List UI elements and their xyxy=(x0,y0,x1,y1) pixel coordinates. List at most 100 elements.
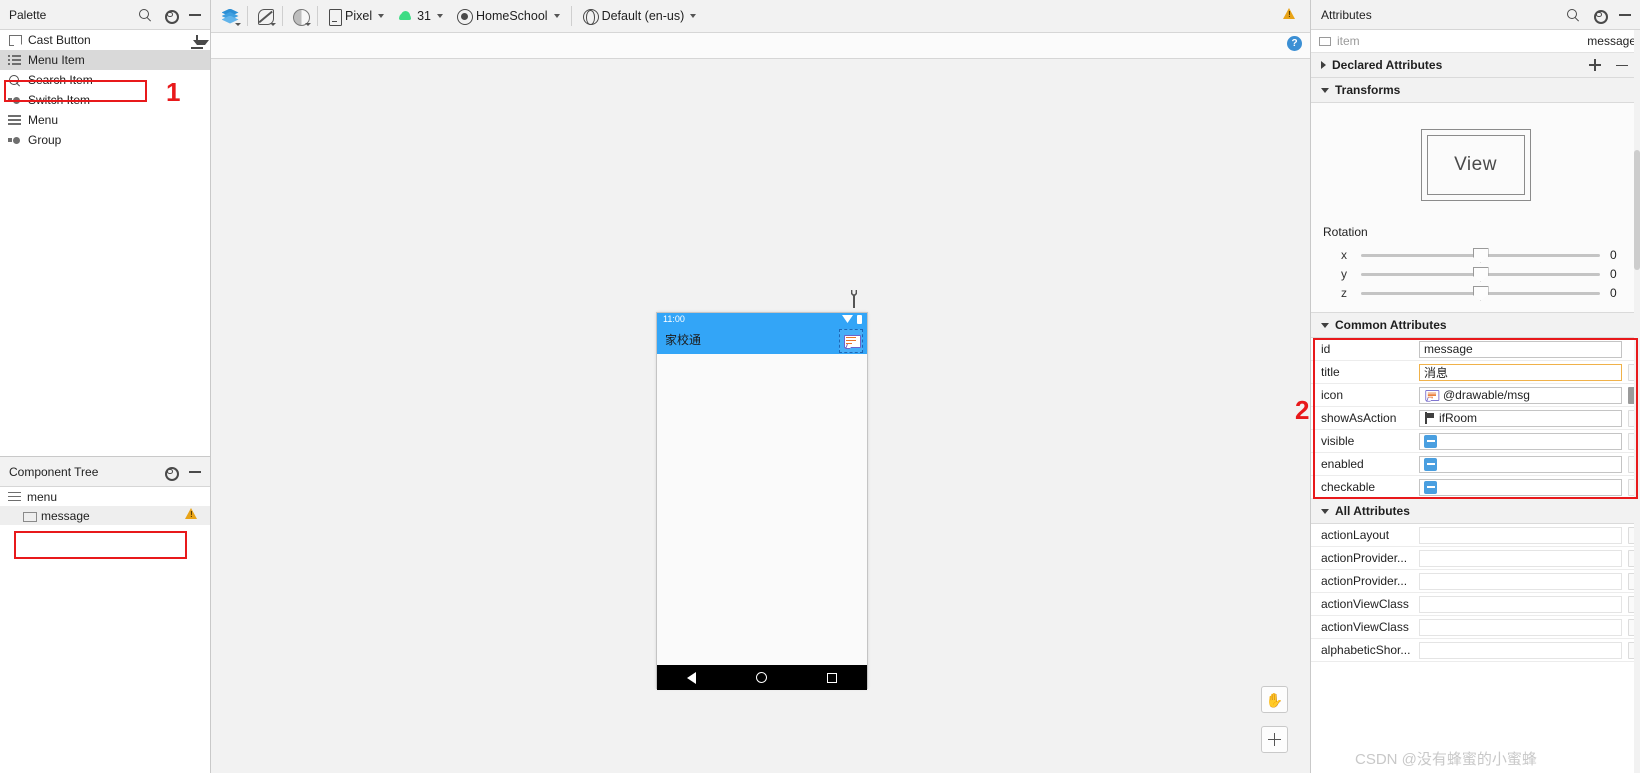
palette-item-label: Menu xyxy=(28,113,59,127)
transforms-area: View Rotation x 0 y 0 z 0 xyxy=(1311,103,1640,313)
gear-icon[interactable] xyxy=(163,465,179,481)
attribute-row-alphabeticshortcut: alphabeticShor... xyxy=(1311,639,1640,662)
palette-item-menu[interactable]: Menu xyxy=(0,110,210,130)
battery-icon xyxy=(857,315,862,324)
home-circle-icon[interactable] xyxy=(756,672,767,683)
chevron-down-icon xyxy=(235,23,241,26)
slider-thumb[interactable] xyxy=(1472,247,1489,263)
action-item-message[interactable] xyxy=(839,329,863,353)
gear-icon[interactable] xyxy=(163,8,179,24)
attribute-row-title: title 消息 xyxy=(1311,361,1640,384)
zoom-in-button[interactable] xyxy=(1261,726,1288,753)
palette-item-cast-button[interactable]: Cast Button xyxy=(0,30,210,50)
attribute-value-input-showasaction[interactable]: ifRoom xyxy=(1419,409,1622,427)
rotation-y-slider[interactable] xyxy=(1361,266,1600,282)
rotation-label: Rotation xyxy=(1323,225,1368,239)
rotation-z-slider[interactable] xyxy=(1361,285,1600,301)
theme-selector[interactable]: HomeSchool xyxy=(450,3,567,29)
attribute-key: checkable xyxy=(1321,480,1376,494)
divider xyxy=(317,6,318,26)
rotation-y-row: y 0 xyxy=(1311,264,1640,283)
warning-triangle-icon[interactable] xyxy=(1283,8,1296,23)
palette-item-label: Menu Item xyxy=(28,53,85,67)
palette-item-menu-item[interactable]: Menu Item xyxy=(0,50,210,70)
theme-toggle-button[interactable] xyxy=(287,3,313,29)
pan-tool-button[interactable]: ✋ xyxy=(1261,686,1288,713)
help-icon[interactable] xyxy=(1287,36,1302,51)
section-common-attributes[interactable]: Common Attributes xyxy=(1311,313,1640,338)
tree-node-message[interactable]: message xyxy=(0,506,210,525)
orientation-toggle-button[interactable] xyxy=(252,3,278,29)
attribute-value-input[interactable] xyxy=(1419,572,1622,590)
attribute-value-input[interactable] xyxy=(1419,641,1622,659)
attribute-key: actionViewClass xyxy=(1321,620,1409,634)
remove-attribute-button[interactable] xyxy=(1615,58,1629,72)
transform-preview-box[interactable]: View xyxy=(1420,129,1531,201)
item-icon xyxy=(1319,36,1331,46)
attribute-key: title xyxy=(1321,365,1340,379)
rotation-x-slider[interactable] xyxy=(1361,247,1600,263)
device-preview[interactable]: 11:00 家校通 xyxy=(656,312,868,690)
recents-square-icon[interactable] xyxy=(827,672,837,683)
gear-icon[interactable] xyxy=(1592,8,1608,24)
attribute-value-input[interactable] xyxy=(1419,618,1622,636)
minimize-icon[interactable] xyxy=(188,8,202,22)
section-declared-attributes[interactable]: Declared Attributes xyxy=(1311,53,1640,78)
section-all-attributes[interactable]: All Attributes xyxy=(1311,499,1640,524)
search-icon[interactable] xyxy=(138,8,152,22)
tree-node-label: menu xyxy=(27,489,58,504)
rotation-x-row: x 0 xyxy=(1311,245,1640,264)
attribute-key: actionProvider... xyxy=(1321,574,1408,588)
flag-icon xyxy=(1424,412,1435,424)
attribute-value-input-checkable[interactable] xyxy=(1419,478,1622,496)
attribute-value-input[interactable] xyxy=(1419,549,1622,567)
attribute-value-input-id[interactable]: message xyxy=(1419,340,1622,358)
attribute-value-input[interactable] xyxy=(1419,526,1622,544)
locale-selector[interactable]: Default (en-us) xyxy=(576,3,704,29)
tree-node-menu[interactable]: menu xyxy=(0,487,210,506)
section-transforms[interactable]: Transforms xyxy=(1311,78,1640,103)
android-studio-layout-editor: Palette Cast Button Menu Item Search Ite… xyxy=(0,0,1640,773)
attribute-value-input[interactable] xyxy=(1419,595,1622,613)
design-surface-layers-button[interactable] xyxy=(217,3,243,29)
group-icon xyxy=(8,134,21,147)
checkbox-icon[interactable] xyxy=(1424,480,1437,494)
axis-label: y xyxy=(1341,266,1347,281)
api-level-selector[interactable]: 31 xyxy=(391,3,450,29)
attribute-value-input-visible[interactable] xyxy=(1419,432,1622,450)
watermark: CSDN @没有蜂蜜的小蜜蜂 xyxy=(1355,751,1537,768)
wrench-icon[interactable] xyxy=(847,290,861,308)
design-canvas[interactable]: 11:00 家校通 ✋ xyxy=(211,59,1310,773)
theme-icon xyxy=(457,9,473,25)
warning-triangle-icon[interactable] xyxy=(185,508,198,523)
message-icon xyxy=(1425,389,1440,401)
palette-list[interactable]: Cast Button Menu Item Search Item Switch… xyxy=(0,30,210,456)
add-attribute-button[interactable] xyxy=(1588,58,1602,72)
palette-item-group[interactable]: Group xyxy=(0,130,210,150)
back-triangle-icon[interactable] xyxy=(687,671,696,684)
switch-icon xyxy=(8,94,21,107)
app-bar: 11:00 家校通 xyxy=(657,313,867,354)
attributes-scrollbar[interactable] xyxy=(1634,30,1640,773)
checkbox-icon[interactable] xyxy=(1424,434,1437,448)
axis-label: x xyxy=(1341,247,1347,262)
item-icon xyxy=(22,509,37,522)
checkbox-icon[interactable] xyxy=(1424,457,1437,471)
slider-thumb[interactable] xyxy=(1472,285,1489,301)
minimize-icon[interactable] xyxy=(1618,8,1632,22)
device-selector[interactable]: Pixel xyxy=(322,3,391,29)
slider-thumb[interactable] xyxy=(1472,266,1489,282)
component-tree-list[interactable]: menu message xyxy=(0,487,210,773)
attribute-value-input-title[interactable]: 消息 xyxy=(1419,363,1622,381)
attribute-value: ifRoom xyxy=(1439,411,1478,425)
palette-item-label: Search Item xyxy=(28,73,93,87)
rotation-z-row: z 0 xyxy=(1311,283,1640,302)
attribute-value-input-enabled[interactable] xyxy=(1419,455,1622,473)
search-icon[interactable] xyxy=(1566,8,1580,22)
attribute-value-input-icon[interactable]: @drawable/msg xyxy=(1419,386,1622,404)
download-icon[interactable] xyxy=(190,35,209,49)
palette-title: Palette xyxy=(9,7,47,22)
minimize-icon[interactable] xyxy=(188,465,202,479)
attribute-value: message xyxy=(1424,342,1473,356)
system-nav-bar xyxy=(657,665,867,690)
